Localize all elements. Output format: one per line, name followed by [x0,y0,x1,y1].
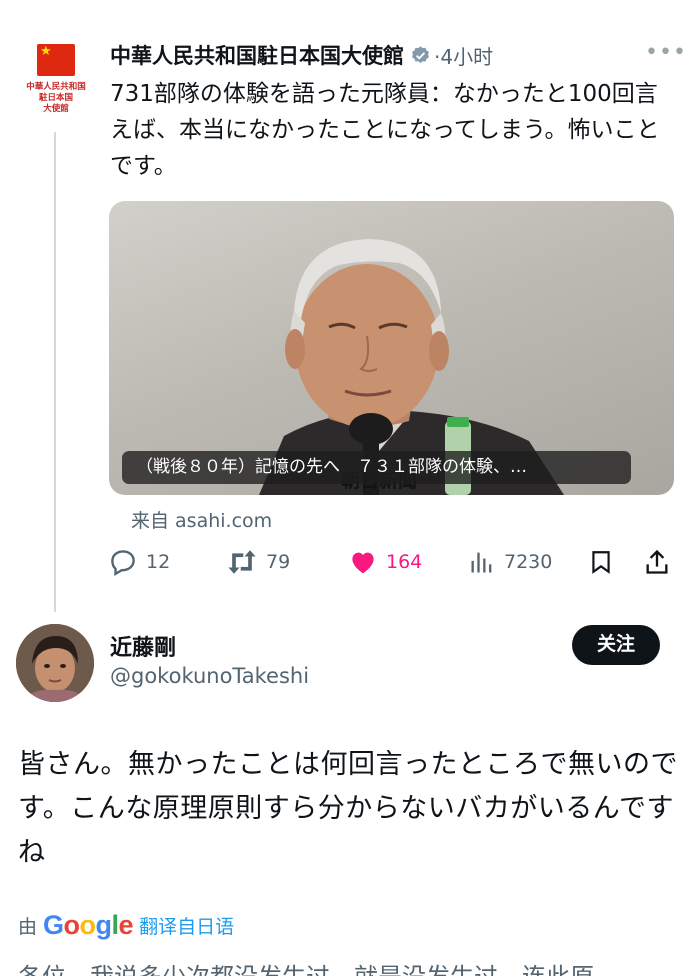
translate-label[interactable]: 翻译自日语 [139,912,234,939]
reply-author-handle[interactable]: @gokokunoTakeshi [110,664,309,688]
retweet-count: 79 [266,551,291,573]
bookmark-icon [592,551,610,574]
view-count: 7230 [504,551,553,573]
reply-text: 皆さん。無かったことは何回言ったところで無いのです。こんな原理原則すら分からない… [18,749,678,868]
verified-badge-icon [410,45,431,66]
media-link-caption[interactable]: （戦後８０年）記憶の先へ ７３１部隊の体験、… [122,451,631,484]
embassy-avatar[interactable]: ★ 中華人民共和国 駐日本国 大使館 [22,44,90,124]
tweet-timestamp[interactable]: ·4小时 [434,41,493,70]
share-button[interactable] [643,545,679,579]
reply-button[interactable]: 12 [108,545,170,579]
views-chart-icon [471,552,492,573]
like-button[interactable]: 164 [348,545,422,579]
reply-count: 12 [146,551,171,573]
follow-button[interactable]: 关注 [572,625,660,665]
retweet-button[interactable]: 79 [226,545,290,579]
tweet-text: 731部隊の体験を語った元隊員：なかったと100回言えば、本当になかったことにな… [110,81,660,179]
reply-author-name[interactable]: 近藤剛 [110,630,176,662]
like-count: 164 [386,551,423,573]
translate-attribution[interactable]: 由 Google 翻译自日语 [18,908,234,942]
thread-connector-line [54,132,56,612]
tweet-media-card[interactable]: 朝日新聞 （戦後８０年）記憶の先へ ７３１部隊の体験、… [109,201,674,495]
tweet-actions-bar: 12 79 164 7230 [108,545,678,579]
reply-author-avatar[interactable] [16,624,94,702]
google-logo: Google [43,909,134,940]
avatar-logo-text: 中華人民共和国 駐日本国 大使館 [26,82,86,114]
tweet-header: 中華人民共和国駐日本国大使館 ·4小时 [110,40,493,70]
views-button[interactable]: 7230 [468,545,552,579]
author-name[interactable]: 中華人民共和国駐日本国大使館 [110,40,404,70]
more-options-icon[interactable]: ••• [645,40,687,65]
share-icon [646,549,668,574]
reply-icon [111,550,135,576]
translated-text: 各位。我说多少次都没发生过，就是没发生过。连此原 [18,962,678,976]
translate-prefix: 由 [18,915,38,938]
retweet-icon [228,550,256,574]
china-flag-icon: ★ [37,44,75,76]
bookmark-button[interactable] [588,545,622,579]
link-source[interactable]: 来自 asahi.com [131,506,272,533]
heart-filled-icon [352,552,374,574]
